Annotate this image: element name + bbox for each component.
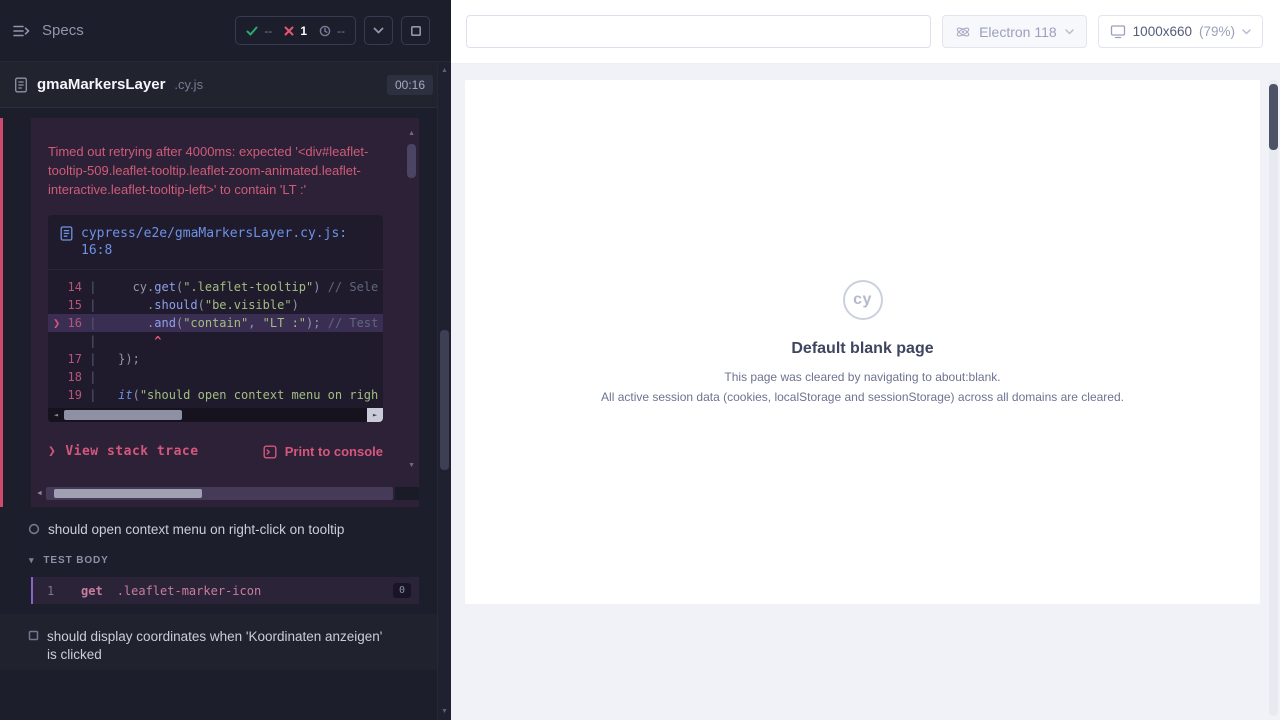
- error-panel: Timed out retrying after 4000ms: expecte…: [31, 118, 419, 507]
- chevron-right-icon: ❯: [48, 444, 56, 459]
- code-file-icon: [60, 226, 73, 259]
- error-scroll-left-icon[interactable]: ◄: [33, 490, 46, 497]
- pending-count: --: [337, 24, 345, 38]
- browser-label: Electron 118: [979, 24, 1057, 40]
- aut-scroll-thumb[interactable]: [1269, 84, 1278, 150]
- url-input[interactable]: [466, 15, 931, 48]
- viewport-zoom: (79%): [1199, 24, 1235, 39]
- scroll-right-icon[interactable]: ►: [367, 408, 383, 422]
- spec-extension: .cy.js: [174, 77, 203, 92]
- chevron-down-icon: [373, 27, 384, 34]
- reporter-scroll-thumb[interactable]: [440, 330, 449, 470]
- command-log-row[interactable]: 1 get .leaflet-marker-icon 0: [31, 577, 419, 604]
- aut-iframe: cy Default blank page This page was clea…: [465, 80, 1260, 604]
- error-vertical-scroll-thumb[interactable]: [407, 144, 416, 178]
- monitor-icon: [1110, 24, 1126, 39]
- test-title: should display coordinates when 'Koordin…: [47, 628, 389, 664]
- code-lines: 14 | cy.get(".leaflet-tooltip") // Sele …: [48, 270, 383, 408]
- reporter-scroll-area: Timed out retrying after 4000ms: expecte…: [0, 108, 437, 720]
- specs-label: Specs: [42, 22, 84, 39]
- aut-pane: Electron 118 1000x660 (79%) cy Default b…: [451, 0, 1280, 720]
- print-to-console-label: Print to console: [285, 444, 383, 459]
- cypress-reporter: Specs -- 1: [0, 0, 451, 720]
- print-to-console-button[interactable]: Print to console: [263, 444, 383, 459]
- view-stack-trace-link[interactable]: ❯ View stack trace: [48, 444, 199, 459]
- failed-count: 1: [300, 24, 307, 38]
- browser-bar: Electron 118 1000x660 (79%): [451, 0, 1280, 64]
- spec-name: gmaMarkersLayer: [37, 76, 165, 93]
- aut-content: cy Default blank page This page was clea…: [451, 64, 1280, 720]
- command-method: get: [81, 584, 103, 598]
- stop-icon: [410, 25, 422, 37]
- viewport-selector[interactable]: 1000x660 (79%): [1098, 15, 1263, 48]
- specs-list-icon: [13, 24, 31, 38]
- electron-icon: [955, 24, 971, 40]
- reporter-scroll-up-icon[interactable]: ▲: [438, 67, 451, 74]
- command-count-badge: 0: [393, 583, 411, 598]
- error-horizontal-scrollbar: ◄: [33, 487, 419, 500]
- reporter-topbar: Specs -- 1: [0, 0, 451, 62]
- error-scroll-thumb[interactable]: [54, 489, 202, 498]
- check-icon: [246, 26, 258, 36]
- stop-run-button[interactable]: [401, 16, 430, 45]
- code-horizontal-scrollbar: ◄ ►: [48, 408, 383, 422]
- command-message: .leaflet-marker-icon: [117, 584, 262, 598]
- specs-menu-button[interactable]: Specs: [13, 22, 84, 39]
- error-scroll-up-icon[interactable]: ▲: [408, 130, 415, 137]
- clock-icon: [319, 25, 331, 37]
- spec-file-icon: [14, 77, 28, 93]
- test-body-label: TEST BODY: [43, 555, 108, 566]
- error-scroll-track: [46, 487, 393, 500]
- test-title: should open context menu on right-click …: [48, 521, 344, 539]
- x-icon: [284, 26, 294, 36]
- chevron-down-icon: [1065, 29, 1074, 35]
- run-controls: -- 1 --: [235, 16, 430, 45]
- spec-timer: 00:16: [387, 75, 433, 95]
- blank-page-line1: This page was cleared by navigating to a…: [724, 369, 1000, 385]
- reporter-scroll-down-icon[interactable]: ▼: [438, 708, 451, 715]
- chevron-down-icon: [1242, 29, 1251, 35]
- code-frame-filename: cypress/e2e/gmaMarkersLayer.cy.js:16:8: [81, 225, 349, 259]
- scroll-left-icon[interactable]: ◄: [48, 408, 64, 422]
- aut-vertical-scrollbar: [1269, 80, 1278, 716]
- command-number: 1: [47, 584, 73, 598]
- blank-page-line2: All active session data (cookies, localS…: [601, 389, 1124, 405]
- test-stats: -- 1 --: [235, 16, 356, 45]
- caret-down-icon: ▾: [29, 555, 34, 566]
- failed-attempt: Timed out retrying after 4000ms: expecte…: [0, 118, 419, 507]
- test-row-queued[interactable]: should display coordinates when 'Koordin…: [0, 614, 437, 670]
- view-stack-trace-label: View stack trace: [65, 444, 198, 459]
- error-message: Timed out retrying after 4000ms: expecte…: [48, 142, 383, 199]
- test-row-running[interactable]: should open context menu on right-click …: [0, 507, 437, 545]
- passed-count: --: [264, 24, 272, 38]
- error-scroll-down-icon[interactable]: ▼: [408, 462, 415, 469]
- stat-failed: 1: [284, 24, 307, 38]
- code-scroll-thumb[interactable]: [64, 410, 182, 420]
- browser-selector[interactable]: Electron 118: [942, 15, 1087, 48]
- stat-pending: --: [319, 24, 345, 38]
- stat-passed: --: [246, 24, 272, 38]
- blank-page-title: Default blank page: [791, 340, 933, 358]
- default-blank-page: cy Default blank page This page was clea…: [601, 280, 1124, 405]
- error-actions: ❯ View stack trace Print to console: [48, 444, 383, 459]
- console-icon: [263, 445, 277, 459]
- cypress-logo: cy: [843, 280, 883, 320]
- test-running-icon: [28, 523, 40, 535]
- code-scroll-track: [64, 408, 367, 422]
- scroll-corner: [395, 487, 419, 500]
- test-body-header[interactable]: ▾ TEST BODY: [0, 545, 437, 574]
- test-queued-icon: [28, 630, 39, 641]
- reporter-vertical-scrollbar: ▲ ▼: [437, 62, 451, 720]
- viewport-size: 1000x660: [1133, 24, 1192, 39]
- collapse-all-button[interactable]: [364, 16, 393, 45]
- code-frame: cypress/e2e/gmaMarkersLayer.cy.js:16:8 1…: [48, 215, 383, 422]
- code-frame-file-link[interactable]: cypress/e2e/gmaMarkersLayer.cy.js:16:8: [48, 215, 383, 270]
- spec-header: gmaMarkersLayer .cy.js 00:16: [0, 62, 451, 108]
